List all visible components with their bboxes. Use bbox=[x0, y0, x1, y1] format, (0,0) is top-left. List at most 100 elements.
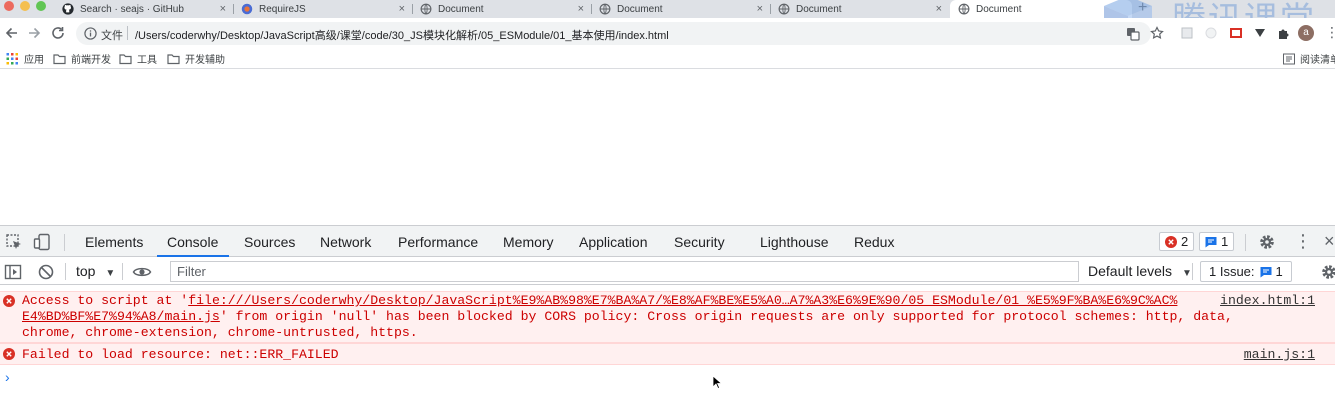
reading-list-button[interactable]: 阅读清单 bbox=[1283, 51, 1335, 66]
folder-icon bbox=[167, 53, 180, 64]
extension-icon[interactable] bbox=[1180, 26, 1194, 40]
tab-elements[interactable]: Elements bbox=[85, 234, 143, 250]
error-circle-icon bbox=[1165, 235, 1177, 248]
issues-button[interactable]: 1 Issue: 1 bbox=[1200, 261, 1292, 282]
sidebar-toggle-icon[interactable] bbox=[4, 263, 22, 281]
tab-memory[interactable]: Memory bbox=[503, 234, 554, 250]
bookmark-folder-frontend[interactable]: 前端开发 bbox=[53, 51, 111, 66]
issues-count: 1 bbox=[1275, 264, 1283, 279]
tab-close-icon[interactable]: × bbox=[399, 2, 405, 16]
window-maximize-button[interactable] bbox=[36, 1, 46, 11]
forward-icon[interactable] bbox=[26, 25, 42, 41]
log-levels-dropdown[interactable]: Default levels ▼ bbox=[1088, 263, 1192, 279]
message-count: 1 bbox=[1221, 234, 1229, 249]
new-tab-button[interactable]: + bbox=[1138, 0, 1147, 16]
bookmark-label: 应用 bbox=[24, 55, 44, 66]
console-filter-input[interactable] bbox=[170, 261, 1079, 282]
tab-redux[interactable]: Redux bbox=[854, 234, 894, 250]
error-circle-icon bbox=[3, 348, 15, 360]
tab-close-icon[interactable]: × bbox=[757, 2, 763, 16]
globe-icon bbox=[958, 3, 970, 15]
browser-menu-icon[interactable]: ⋮ bbox=[1325, 25, 1335, 39]
apps-grid-icon bbox=[6, 52, 18, 64]
reload-icon[interactable] bbox=[50, 25, 66, 41]
translate-icon[interactable] bbox=[1126, 27, 1140, 41]
info-icon[interactable] bbox=[84, 27, 97, 40]
profile-avatar[interactable]: a bbox=[1298, 25, 1314, 41]
browser-tab-document[interactable]: Document × bbox=[778, 0, 948, 18]
clear-console-icon[interactable] bbox=[37, 263, 55, 281]
console-error-message: Access to script at 'file:///Users/coder… bbox=[0, 291, 1335, 343]
tab-security[interactable]: Security bbox=[674, 234, 725, 250]
tab-title: RequireJS bbox=[259, 3, 306, 15]
bookmark-folder-tools[interactable]: 工具 bbox=[119, 51, 157, 66]
bookmarks-bar: 应用 前端开发 工具 开发辅助 阅读清单 bbox=[0, 48, 1335, 69]
source-link[interactable]: main.js:1 bbox=[1244, 347, 1315, 363]
devtools-more-icon[interactable]: ⋮ bbox=[1294, 232, 1312, 250]
tab-lighthouse[interactable]: Lighthouse bbox=[760, 234, 829, 250]
github-icon bbox=[62, 3, 74, 15]
puzzle-extensions-icon[interactable] bbox=[1276, 26, 1290, 40]
tab-sources[interactable]: Sources bbox=[244, 234, 295, 250]
log-levels-label: Default levels bbox=[1088, 263, 1173, 279]
blocked-script-url[interactable]: file:///Users/coderwhy/Desktop/JavaScrip… bbox=[188, 293, 1177, 308]
back-icon[interactable] bbox=[4, 25, 20, 41]
extension-icon[interactable] bbox=[1253, 26, 1267, 40]
bookmark-label: 开发辅助 bbox=[185, 55, 225, 66]
toolbar-divider bbox=[65, 263, 66, 280]
source-link[interactable]: index.html:1 bbox=[1220, 293, 1315, 309]
url-text[interactable]: /Users/coderwhy/Desktop/JavaScript高级/课堂/… bbox=[135, 27, 669, 43]
devtools-tab-bar: Elements Console Sources Network Perform… bbox=[0, 226, 1335, 257]
tab-strip: Search · seajs · GitHub × RequireJS × Do… bbox=[0, 0, 1335, 18]
bookmark-star-icon[interactable] bbox=[1150, 26, 1164, 40]
error-text: Failed to load resource: net::ERR_FAILED bbox=[22, 347, 339, 362]
tab-close-icon[interactable]: × bbox=[220, 2, 226, 16]
address-bar[interactable]: 文件 /Users/coderwhy/Desktop/JavaScript高级/… bbox=[76, 22, 1151, 45]
message-count-badge[interactable]: 1 bbox=[1199, 232, 1235, 251]
toolbar-divider bbox=[64, 234, 65, 251]
browser-tab-github[interactable]: Search · seajs · GitHub × bbox=[62, 0, 232, 18]
tab-title: Document bbox=[617, 3, 663, 15]
browser-toolbar: 文件 /Users/coderwhy/Desktop/JavaScript高级/… bbox=[0, 18, 1335, 48]
browser-tab-document[interactable]: Document × bbox=[599, 0, 769, 18]
url-divider bbox=[127, 26, 128, 40]
tab-close-icon[interactable]: × bbox=[936, 2, 942, 16]
tab-divider bbox=[233, 4, 234, 14]
console-settings-gear-icon[interactable] bbox=[1320, 263, 1335, 281]
error-circle-icon bbox=[3, 295, 15, 307]
error-count-badge[interactable]: 2 bbox=[1159, 232, 1195, 251]
browser-tab-requirejs[interactable]: RequireJS × bbox=[241, 0, 411, 18]
tab-performance[interactable]: Performance bbox=[398, 234, 478, 250]
message-icon bbox=[1260, 266, 1272, 277]
tab-application[interactable]: Application bbox=[579, 234, 648, 250]
devtools-close-icon[interactable]: × bbox=[1324, 232, 1335, 250]
issues-label: 1 Issue: bbox=[1209, 264, 1255, 279]
extension-icon[interactable] bbox=[1229, 26, 1243, 40]
window-minimize-button[interactable] bbox=[20, 1, 30, 11]
live-expression-eye-icon[interactable] bbox=[132, 263, 152, 281]
inspect-element-icon[interactable] bbox=[5, 233, 23, 251]
extension-icon[interactable] bbox=[1204, 26, 1218, 40]
device-toolbar-icon[interactable] bbox=[33, 233, 51, 251]
bookmark-apps[interactable]: 应用 bbox=[6, 51, 44, 66]
settings-gear-icon[interactable] bbox=[1258, 233, 1276, 251]
error-count: 2 bbox=[1181, 234, 1189, 249]
browser-tab-document[interactable]: Document × bbox=[420, 0, 590, 18]
console-prompt-icon[interactable]: › bbox=[5, 370, 10, 384]
console-toolbar: top ▼ Default levels ▼ 1 Issue: 1 bbox=[0, 258, 1335, 285]
tab-close-icon[interactable]: × bbox=[578, 2, 584, 16]
page-content bbox=[0, 70, 1335, 225]
bookmark-label: 前端开发 bbox=[71, 55, 111, 66]
browser-tab-document-active[interactable]: Document bbox=[950, 0, 1132, 18]
tab-console[interactable]: Console bbox=[167, 234, 218, 250]
tab-network[interactable]: Network bbox=[320, 234, 371, 250]
blocked-script-url-continued[interactable]: E4%BD%BF%E7%94%A8/main.js bbox=[22, 309, 220, 324]
window-close-button[interactable] bbox=[4, 1, 14, 11]
context-label: top bbox=[76, 263, 96, 279]
folder-icon bbox=[119, 53, 132, 64]
context-selector[interactable]: top ▼ bbox=[76, 263, 115, 279]
globe-icon bbox=[778, 3, 790, 15]
globe-icon bbox=[420, 3, 432, 15]
globe-icon bbox=[599, 3, 611, 15]
bookmark-folder-dev-helpers[interactable]: 开发辅助 bbox=[167, 51, 225, 66]
